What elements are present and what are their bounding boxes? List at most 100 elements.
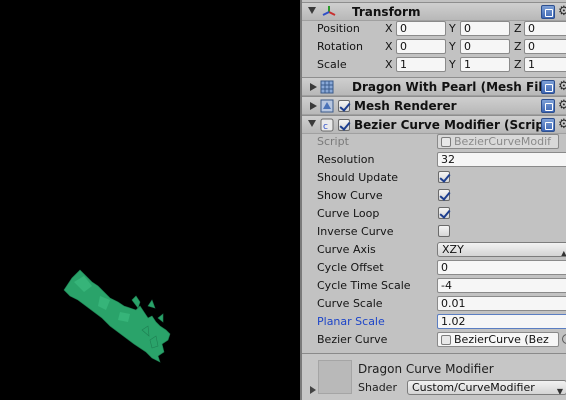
mesh-renderer-header[interactable]: Mesh Renderer ⚙ (302, 96, 566, 115)
should-update-row: Should Update (302, 169, 566, 187)
position-x-field[interactable]: 0 (396, 21, 446, 36)
gear-icon[interactable]: ⚙ (558, 79, 566, 94)
script-row: Script BezierCurveModif (302, 133, 566, 151)
transform-title: Transform (352, 5, 421, 19)
position-z-field[interactable]: 0 (524, 21, 566, 36)
material-section: Dragon Curve Modifier Shader Custom/Curv… (302, 353, 566, 400)
show-curve-checkbox[interactable] (438, 189, 450, 201)
curve-axis-row: Curve Axis XZY ▲▼ (302, 241, 566, 259)
axis-y-label: Y (449, 22, 456, 35)
material-preview-icon (318, 360, 352, 394)
script-field: BezierCurveModif (437, 134, 559, 149)
gear-icon[interactable]: ⚙ (558, 4, 566, 19)
curve-scale-field[interactable]: 0.01 (437, 296, 566, 311)
axis-x-label: X (385, 22, 393, 35)
dropdown-arrow-icon: ▼ (556, 387, 563, 395)
axis-y-label: Y (449, 58, 456, 71)
script-value: BezierCurveModif (454, 135, 552, 148)
planar-scale-field[interactable]: 1.02 (437, 314, 566, 329)
script-label: Script (317, 135, 349, 148)
should-update-checkbox[interactable] (438, 171, 450, 183)
scene-view[interactable] (0, 0, 300, 400)
shader-value: Custom/CurveModifier (412, 381, 535, 394)
inverse-curve-checkbox[interactable] (438, 225, 450, 237)
cycle-offset-field[interactable]: 0 (437, 260, 566, 275)
scale-x-field[interactable]: 1 (396, 57, 446, 72)
gear-icon[interactable]: ⚙ (558, 117, 566, 132)
inspector-panel: Transform ⚙ Position X 0 Y 0 Z 0 Rotatio… (300, 0, 566, 400)
bezier-curve-row: Bezier Curve BezierCurve (Bez (302, 331, 566, 349)
show-curve-row: Show Curve (302, 187, 566, 205)
axis-z-label: Z (514, 58, 522, 71)
shader-dropdown[interactable]: Custom/CurveModifier ▼ (407, 380, 566, 395)
bezier-curve-field[interactable]: BezierCurve (Bez (437, 332, 559, 347)
bezier-enabled-checkbox[interactable] (338, 119, 350, 131)
mesh-filter-title: Dragon With Pearl (Mesh Filt (352, 80, 549, 94)
curve-scale-row: Curve Scale 0.01 (302, 295, 566, 313)
rotation-row: Rotation X 0 Y 0 Z 0 (302, 38, 566, 56)
curve-axis-dropdown[interactable]: XZY ▲▼ (437, 242, 566, 257)
axis-x-label: X (385, 40, 393, 53)
mesh-filter-header[interactable]: Dragon With Pearl (Mesh Filt ⚙ (302, 77, 566, 96)
bezier-curve-value: BezierCurve (Bez (454, 333, 549, 346)
help-icon[interactable] (541, 5, 555, 19)
resolution-row: Resolution 32 (302, 151, 566, 169)
scale-row: Scale X 1 Y 1 Z 1 (302, 56, 566, 74)
curve-loop-label: Curve Loop (317, 207, 380, 220)
curve-loop-row: Curve Loop (302, 205, 566, 223)
inverse-curve-label: Inverse Curve (317, 225, 394, 238)
scale-z-field[interactable]: 1 (524, 57, 566, 72)
fold-closed-icon[interactable] (310, 102, 317, 110)
gear-icon[interactable]: ⚙ (558, 98, 566, 113)
shader-label: Shader (358, 381, 397, 394)
script-icon: c (320, 118, 334, 132)
dropdown-arrow-icon: ▲▼ (561, 247, 566, 256)
fold-open-icon[interactable] (308, 120, 316, 127)
bezier-title: Bezier Curve Modifier (Script (354, 118, 550, 132)
transform-header[interactable]: Transform ⚙ (302, 2, 566, 21)
cycle-offset-row: Cycle Offset 0 (302, 259, 566, 277)
axis-z-label: Z (514, 22, 522, 35)
transform-icon (322, 6, 336, 16)
material-name: Dragon Curve Modifier (358, 362, 494, 376)
scale-y-field[interactable]: 1 (460, 57, 510, 72)
cycle-offset-label: Cycle Offset (317, 261, 384, 274)
should-update-label: Should Update (317, 171, 399, 184)
cycle-time-scale-field[interactable]: -4 (437, 278, 566, 293)
rotation-y-field[interactable]: 0 (460, 39, 510, 54)
position-label: Position (317, 22, 360, 35)
rotation-z-field[interactable]: 0 (524, 39, 566, 54)
help-icon[interactable] (541, 80, 555, 94)
curve-axis-label: Curve Axis (317, 243, 376, 256)
bezier-curve-label: Bezier Curve (317, 333, 388, 346)
help-icon[interactable] (541, 99, 555, 113)
dragon-mesh (63, 269, 171, 363)
resolution-field[interactable]: 32 (437, 152, 566, 167)
help-icon[interactable] (541, 118, 555, 132)
resolution-label: Resolution (317, 153, 375, 166)
position-y-field[interactable]: 0 (460, 21, 510, 36)
curve-loop-checkbox[interactable] (438, 207, 450, 219)
fold-closed-icon[interactable] (310, 386, 316, 394)
curve-scale-label: Curve Scale (317, 297, 383, 310)
mesh-renderer-icon (320, 99, 334, 113)
script-file-icon (441, 137, 451, 147)
svg-text:c: c (323, 122, 328, 132)
axis-z-label: Z (514, 40, 522, 53)
fold-closed-icon[interactable] (310, 83, 317, 91)
object-reference-icon (441, 335, 451, 345)
axis-y-label: Y (449, 40, 456, 53)
planar-scale-row: Planar Scale 1.02 (302, 313, 566, 331)
curve-axis-value: XZY (442, 243, 464, 256)
mesh-renderer-enabled-checkbox[interactable] (338, 100, 350, 112)
scale-label: Scale (317, 58, 347, 71)
cycle-time-scale-label: Cycle Time Scale (317, 279, 411, 292)
bezier-curve-modifier-header[interactable]: c Bezier Curve Modifier (Script ⚙ (302, 115, 566, 134)
rotation-label: Rotation (317, 40, 364, 53)
object-picker-icon[interactable] (562, 334, 566, 344)
rotation-x-field[interactable]: 0 (396, 39, 446, 54)
mesh-renderer-title: Mesh Renderer (354, 99, 457, 113)
axis-x-label: X (385, 58, 393, 71)
show-curve-label: Show Curve (317, 189, 383, 202)
fold-open-icon[interactable] (308, 7, 316, 14)
